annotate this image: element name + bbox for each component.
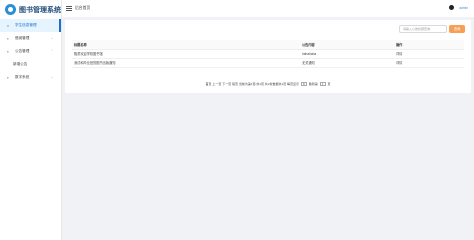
sidebar-item-label: 公告管理 [15, 49, 30, 53]
search-button[interactable]: 查询 [449, 25, 465, 33]
page-size-select[interactable]: 8 [300, 82, 307, 87]
table-row: 隆重欢迎学校图书馆 hahahaha 详情 [72, 49, 464, 59]
sidebar-item-label: 借阅管理 [15, 36, 30, 40]
detail-link[interactable]: 详情 [394, 58, 464, 68]
sidebar-item-notice[interactable]: ▪ 公告管理 ⌃ [0, 45, 61, 58]
notice-list-card: 请输入公告标题查询 查询 标题名称 公告内容 操作 隆重欢迎学校图书馆 haha… [65, 20, 471, 93]
column-header-content: 公告内容 [300, 40, 394, 50]
notice-icon: ▪ [7, 48, 9, 54]
chevron-down-icon: ⌄ [50, 36, 53, 40]
breadcrumb[interactable]: 后台首页 [75, 6, 90, 11]
chevron-down-icon: ⌄ [50, 75, 53, 79]
search-input[interactable]: 请输入公告标题查询 [399, 25, 447, 33]
chevron-up-icon: ⌃ [50, 49, 53, 53]
sidebar: 图书管理系统 ⌂ 学生信息管理 ▪ 借阅管理 ⌄ ▪ 公告管理 ⌃ 新增公告 ▪… [0, 0, 62, 240]
app-title: 图书管理系统 [19, 6, 61, 14]
column-header-title: 标题名称 [72, 40, 300, 50]
app-logo: 图书管理系统 [0, 0, 61, 19]
sidebar-item-borrow[interactable]: ▪ 借阅管理 ⌄ [0, 32, 61, 45]
logo-icon [5, 4, 16, 15]
grid-icon: ▪ [7, 74, 9, 80]
sidebar-item-label: 数字系统 [15, 75, 30, 79]
pagination-text[interactable]: 首页 上一页 下一页 尾页 当前为第1页/共1页 共2条数据共1页 每页显示 [206, 82, 300, 86]
home-icon: ⌂ [6, 22, 10, 28]
sidebar-item-label: 新增公告 [13, 62, 28, 66]
pagination-unit: 页 [327, 82, 331, 86]
sidebar-item-digital[interactable]: ▪ 数字系统 ⌄ [0, 71, 61, 84]
pagination: 首页 上一页 下一页 尾页 当前为第1页/共1页 共2条数据共1页 每页显示 8… [65, 82, 471, 87]
column-header-action: 操作 [394, 40, 464, 50]
goto-page-input[interactable]: 1 [319, 82, 326, 87]
user-name[interactable]: admin [459, 6, 468, 10]
notice-content-cell: 无关通知 [300, 58, 394, 68]
detail-link[interactable]: 详情 [394, 49, 464, 59]
notice-content-cell: hahahaha [300, 49, 394, 59]
notice-title-cell: 测试和毕业班的图书出版通知 [72, 58, 300, 68]
top-bar: 后台首页 admin [62, 0, 474, 17]
book-icon: ▪ [7, 35, 9, 41]
table-header-row: 标题名称 公告内容 操作 [72, 40, 464, 50]
sidebar-item-student-info[interactable]: ⌂ 学生信息管理 [0, 19, 61, 32]
pagination-goto-label: 跳到第 [308, 82, 318, 86]
table-row: 测试和毕业班的图书出版通知 无关通知 详情 [72, 58, 464, 68]
notice-table: 标题名称 公告内容 操作 隆重欢迎学校图书馆 hahahaha 详情 测试和毕业… [72, 40, 464, 68]
sidebar-subitem-add-notice[interactable]: 新增公告 [0, 58, 61, 71]
notice-title-cell: 隆重欢迎学校图书馆 [72, 49, 300, 59]
sidebar-item-label: 学生信息管理 [15, 23, 37, 27]
message-icon[interactable] [449, 5, 455, 10]
menu-fold-icon[interactable] [66, 6, 72, 11]
